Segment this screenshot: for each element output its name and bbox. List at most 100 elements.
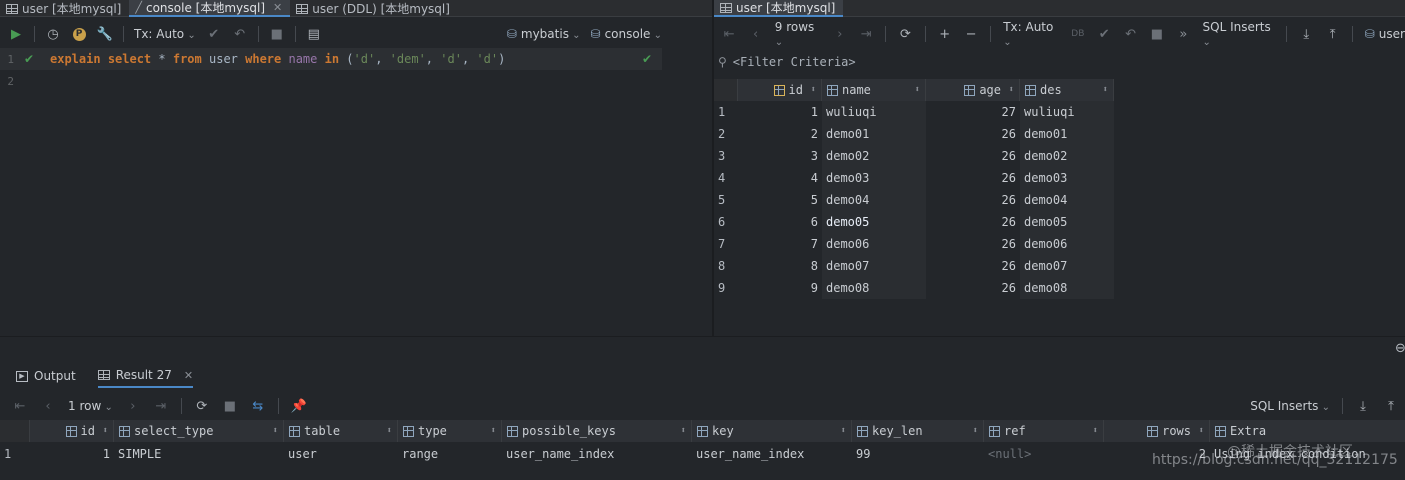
cell-key[interactable]: user_name_index — [692, 443, 852, 465]
first-page-icon[interactable]: ⇤ — [722, 26, 736, 42]
cell-des[interactable]: demo06 — [1020, 233, 1114, 255]
schema-selector[interactable]: ⛁ mybatis — [507, 27, 581, 41]
cell-des[interactable]: demo04 — [1020, 189, 1114, 211]
tab-user-data[interactable]: user [本地mysql] — [714, 0, 844, 17]
cell-name[interactable]: demo02 — [822, 145, 926, 167]
editor-line-1[interactable]: 1 ✔ explain select * from user where nam… — [0, 48, 505, 70]
last-page-icon[interactable]: ⇥ — [859, 26, 873, 42]
cell-table[interactable]: user — [284, 443, 398, 465]
export-icon[interactable]: ⤓ — [1299, 26, 1313, 42]
pin-icon[interactable]: 📌 — [291, 398, 307, 414]
cell-id[interactable]: 7 — [738, 233, 822, 255]
wrench-icon[interactable]: 🔧 — [97, 26, 113, 42]
more-icon[interactable]: » — [1176, 26, 1190, 42]
tx-mode-dropdown[interactable]: Tx: Auto — [1003, 20, 1058, 48]
cell-id[interactable]: 8 — [738, 255, 822, 277]
cell-age[interactable]: 26 — [926, 233, 1020, 255]
cell-des[interactable]: demo01 — [1020, 123, 1114, 145]
sort-icon[interactable]: ⬍ — [387, 426, 392, 436]
cell-id[interactable]: 6 — [738, 211, 822, 233]
table-selector[interactable]: ⛁ user — [1365, 27, 1405, 41]
export-icon[interactable]: ⤓ — [1355, 398, 1371, 414]
cell-name[interactable]: demo04 — [822, 189, 926, 211]
sort-icon[interactable]: ⬍ — [1199, 426, 1204, 436]
tab-user-ddl[interactable]: user (DDL) [本地mysql] — [290, 0, 458, 17]
rows-count-dropdown[interactable]: 1 row — [68, 399, 113, 413]
table-row[interactable]: 1 1 wuliuqi 27 wuliuqi — [714, 101, 1114, 123]
cell-age[interactable]: 26 — [926, 211, 1020, 233]
table-row[interactable]: 2 2 demo01 26 demo01 — [714, 123, 1114, 145]
editor-line-2[interactable]: 2 — [0, 70, 14, 92]
cell-des[interactable]: demo02 — [1020, 145, 1114, 167]
tab-result[interactable]: Result 27 ✕ — [97, 364, 194, 388]
cell-ref[interactable]: <null> — [984, 443, 1104, 465]
cell-age[interactable]: 26 — [926, 145, 1020, 167]
sort-icon[interactable]: ⬍ — [915, 85, 920, 95]
prev-page-icon[interactable]: ‹ — [40, 398, 56, 414]
cell-id[interactable]: 3 — [738, 145, 822, 167]
import-icon[interactable]: ⤒ — [1383, 398, 1399, 414]
cell-name[interactable]: wuliuqi — [822, 101, 926, 123]
export-format-dropdown[interactable]: SQL Inserts — [1203, 20, 1275, 48]
cell-name[interactable]: demo08 — [822, 277, 926, 299]
commit-icon[interactable]: ✔ — [1097, 26, 1111, 42]
run-icon[interactable]: ▶ — [8, 26, 24, 42]
cell-type[interactable]: range — [398, 443, 502, 465]
prev-page-icon[interactable]: ‹ — [748, 26, 762, 42]
sort-icon[interactable]: ⬍ — [841, 426, 846, 436]
cell-age[interactable]: 26 — [926, 167, 1020, 189]
table-row[interactable]: 8 8 demo07 26 demo07 — [714, 255, 1114, 277]
session-selector[interactable]: ⛁ console — [591, 27, 662, 41]
table-row[interactable]: 9 9 demo08 26 demo08 — [714, 277, 1114, 299]
cell-des[interactable]: wuliuqi — [1020, 101, 1114, 123]
column-header-rows[interactable]: rows ⬍ — [1104, 420, 1210, 442]
cell-select_type[interactable]: SIMPLE — [114, 443, 284, 465]
sort-icon[interactable]: ⬍ — [1009, 85, 1014, 95]
close-icon[interactable]: ✕ — [184, 369, 193, 382]
cell-id[interactable]: 2 — [738, 123, 822, 145]
cell-id[interactable]: 4 — [738, 167, 822, 189]
cell-id[interactable]: 5 — [738, 189, 822, 211]
cell-name[interactable]: demo03 — [822, 167, 926, 189]
export-format-dropdown[interactable]: SQL Inserts — [1250, 399, 1330, 413]
cell-id[interactable]: 9 — [738, 277, 822, 299]
column-header-key_len[interactable]: key_len ⬍ — [852, 420, 984, 442]
next-page-icon[interactable]: › — [125, 398, 141, 414]
sort-icon[interactable]: ⬍ — [103, 426, 108, 436]
panel-divider[interactable] — [0, 336, 1405, 337]
refresh-icon[interactable]: ⟳ — [898, 26, 912, 42]
cell-id[interactable]: 1 — [738, 101, 822, 123]
table-view-icon[interactable]: ▤ — [306, 26, 322, 42]
cell-des[interactable]: demo07 — [1020, 255, 1114, 277]
stop-icon[interactable]: ■ — [1150, 26, 1164, 42]
tx-mode-dropdown[interactable]: Tx: Auto — [134, 27, 196, 41]
column-header-name[interactable]: name ⬍ — [822, 79, 926, 101]
column-header-id[interactable]: id ⬍ — [30, 420, 114, 442]
sort-icon[interactable]: ⬍ — [1093, 426, 1098, 436]
profile-icon[interactable]: P — [71, 26, 87, 42]
sort-icon[interactable]: ⬍ — [681, 426, 686, 436]
cell-age[interactable]: 27 — [926, 101, 1020, 123]
table-row[interactable]: 7 7 demo06 26 demo06 — [714, 233, 1114, 255]
cell-des[interactable]: demo08 — [1020, 277, 1114, 299]
delete-row-icon[interactable]: − — [964, 26, 978, 42]
close-icon[interactable]: ✕ — [273, 1, 282, 14]
column-header-possible_keys[interactable]: possible_keys ⬍ — [502, 420, 692, 442]
last-page-icon[interactable]: ⇥ — [153, 398, 169, 414]
tab-user-table[interactable]: user [本地mysql] — [0, 0, 129, 17]
rollback-icon[interactable]: ↶ — [232, 26, 248, 42]
compare-icon[interactable]: ⇆ — [250, 398, 266, 414]
sort-icon[interactable]: ⬍ — [273, 426, 278, 436]
next-page-icon[interactable]: › — [833, 26, 847, 42]
db-icon[interactable]: DB — [1071, 26, 1085, 42]
column-header-table[interactable]: table ⬍ — [284, 420, 398, 442]
cell-name[interactable]: demo01 — [822, 123, 926, 145]
rows-count-dropdown[interactable]: 9 rows — [775, 20, 821, 48]
cell-age[interactable]: 26 — [926, 277, 1020, 299]
table-row[interactable]: 5 5 demo04 26 demo04 — [714, 189, 1114, 211]
first-page-icon[interactable]: ⇤ — [12, 398, 28, 414]
sort-icon[interactable]: ⬍ — [811, 85, 816, 95]
stop-icon[interactable]: ■ — [222, 398, 238, 414]
import-icon[interactable]: ⤒ — [1325, 26, 1339, 42]
column-header-type[interactable]: type ⬍ — [398, 420, 502, 442]
